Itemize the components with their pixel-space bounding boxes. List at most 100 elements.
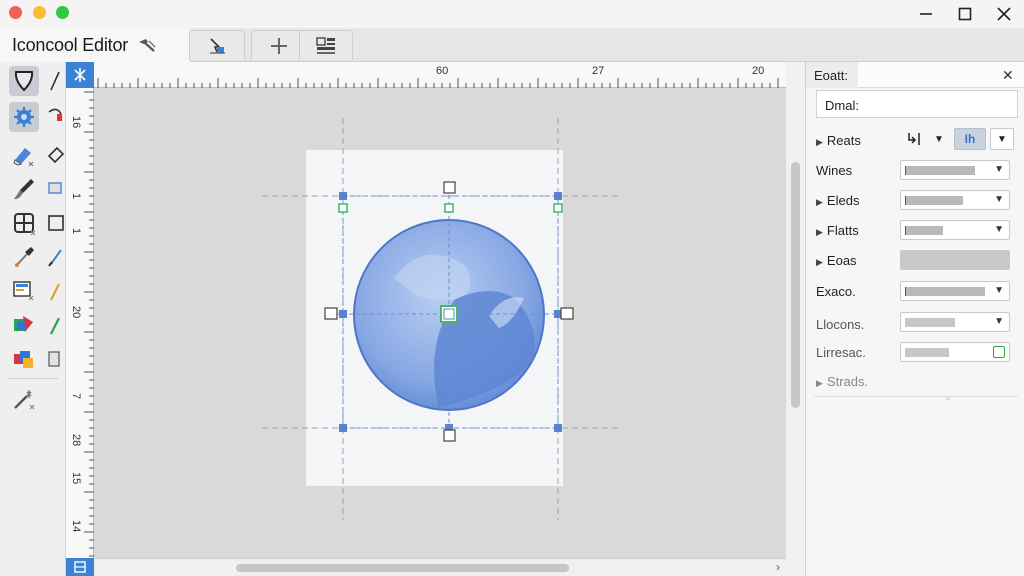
prop-label: Lirresac. [816,345,866,360]
reats-dropdown-arrow[interactable]: ▼ [930,128,948,150]
layers-button[interactable] [299,30,353,60]
prop-row-eoas[interactable]: ▶ Eoas [816,253,857,268]
flatts-dropdown[interactable]: ▼ [900,220,1010,240]
gradient-icon [13,281,34,301]
title-bar [0,0,1024,28]
expand-arrow-icon: ▶ [816,227,823,237]
ruler-number: 1 [70,228,82,235]
view-toggle-button[interactable] [66,558,94,576]
hammer-icon [136,36,158,54]
link-toggle-button[interactable] [902,128,926,150]
scroll-right-icon[interactable]: › [776,560,780,574]
toolbox [0,62,66,576]
lasso-icon [48,108,62,121]
eyedropper-icon [15,247,34,267]
vertical-ruler: 16 1 1 20 7 28 15 14 [66,88,94,558]
app-title: Iconcool Editor [12,34,129,55]
ruler-number: 20 [70,306,82,319]
fill-icon [14,316,33,332]
expand-arrow-icon: ▶ [816,257,823,267]
horizontal-scrollbar[interactable]: › [94,558,786,576]
bucket-icon [47,146,65,164]
wines-dropdown[interactable]: ▼ [900,160,1010,180]
reats-value-button[interactable]: Ih [954,128,986,150]
toolbox-divider [8,378,58,379]
ruler-origin-button[interactable] [66,62,94,88]
minimize-button[interactable] [911,2,941,26]
prop-row-eleds[interactable]: ▶ Eleds [816,193,859,208]
brush-tool[interactable] [9,174,39,204]
close-traffic-light[interactable] [9,6,22,19]
prop-row-reats[interactable]: ▶ Reats [816,133,861,148]
brush-icon [14,179,34,200]
gradient-tool[interactable] [9,276,39,306]
layers-color-icon [14,351,33,368]
minimize-traffic-light[interactable] [33,6,46,19]
prop-row-wines: Wines [816,163,852,178]
panel-close-icon[interactable]: ✕ [1002,67,1014,84]
maximize-traffic-light[interactable] [56,6,69,19]
select-tool-button[interactable] [189,30,245,60]
canvas-overlay [262,118,620,520]
eoas-slider[interactable] [900,250,1010,270]
checkbox-icon[interactable] [993,346,1005,358]
path-icon [50,283,60,301]
panel-tab[interactable]: Eoatt: [806,62,858,88]
gear-icon [14,107,34,127]
horizontal-ruler: 60 27 20 [94,62,786,88]
ruler-number: 7 [70,393,82,400]
chevron-down-icon: ▼ [997,133,1007,145]
ruler-number: 60 [436,65,449,77]
wand-icon [14,390,35,410]
green-handles[interactable] [338,203,563,213]
properties-panel: Eoatt: ✕ Dmal: ▶ Reats ▼ Ih ▼ Wines ▼ ▶ El… [806,62,1024,576]
prop-row-llocons: Llocons. [816,317,864,332]
center-pivot-handle[interactable] [440,305,458,323]
prop-label: Eleds [826,193,860,208]
crop-icon [48,182,62,194]
ruler-number: 1 [70,193,82,200]
panel-notch: ⌄ [944,392,953,403]
eraser-icon [13,148,34,167]
snap-icon [74,68,86,82]
horizontal-scroll-thumb[interactable] [236,564,569,572]
eleds-dropdown[interactable]: ▼ [900,190,1010,210]
prop-row-strads[interactable]: ▶ Strads. [816,374,868,389]
llocons-dropdown[interactable]: ▼ [900,312,1010,332]
plus-icon [271,37,287,54]
vertical-scroll-thumb[interactable] [791,162,800,408]
eyedropper-tool[interactable] [9,242,39,272]
eraser-tool[interactable] [9,140,39,170]
grid-icon [14,213,36,236]
prop-label: Flatts [826,223,859,238]
fill-tool[interactable] [9,310,39,340]
close-icon [997,7,1011,21]
reats-value-dropdown[interactable]: ▼ [990,128,1014,150]
vertical-scrollbar[interactable] [786,62,806,576]
ruler-number: 27 [592,65,605,77]
prop-label: Wines [816,163,853,178]
panel-divider [814,396,1018,397]
expand-arrow-icon: ▶ [816,378,823,388]
expand-arrow-icon: ▶ [816,137,823,147]
maximize-icon [958,7,972,21]
close-button[interactable] [989,2,1019,26]
rectangle-icon [48,215,64,231]
name-field[interactable]: Dmal: [816,90,1018,118]
wand-tool[interactable] [9,384,39,414]
prop-row-flatts[interactable]: ▶ Flatts [816,223,859,238]
panel-tab-strip [858,62,1024,88]
lirresac-field[interactable] [900,342,1010,362]
shape-icon [14,71,34,92]
layers-color-tool[interactable] [9,344,39,374]
toolbar: Iconcool Editor [0,28,1024,62]
document-tab[interactable]: Iconcool Editor [0,28,190,62]
canvas-area[interactable] [94,88,786,558]
vertical-ruler-ticks [84,91,94,557]
ruler-number: 14 [70,520,82,533]
exaco-dropdown[interactable]: ▼ [900,281,1010,301]
maximize-button[interactable] [950,2,980,26]
gear-tool[interactable] [9,102,39,132]
shape-tool[interactable] [9,66,39,96]
grid-tool[interactable] [9,208,39,238]
